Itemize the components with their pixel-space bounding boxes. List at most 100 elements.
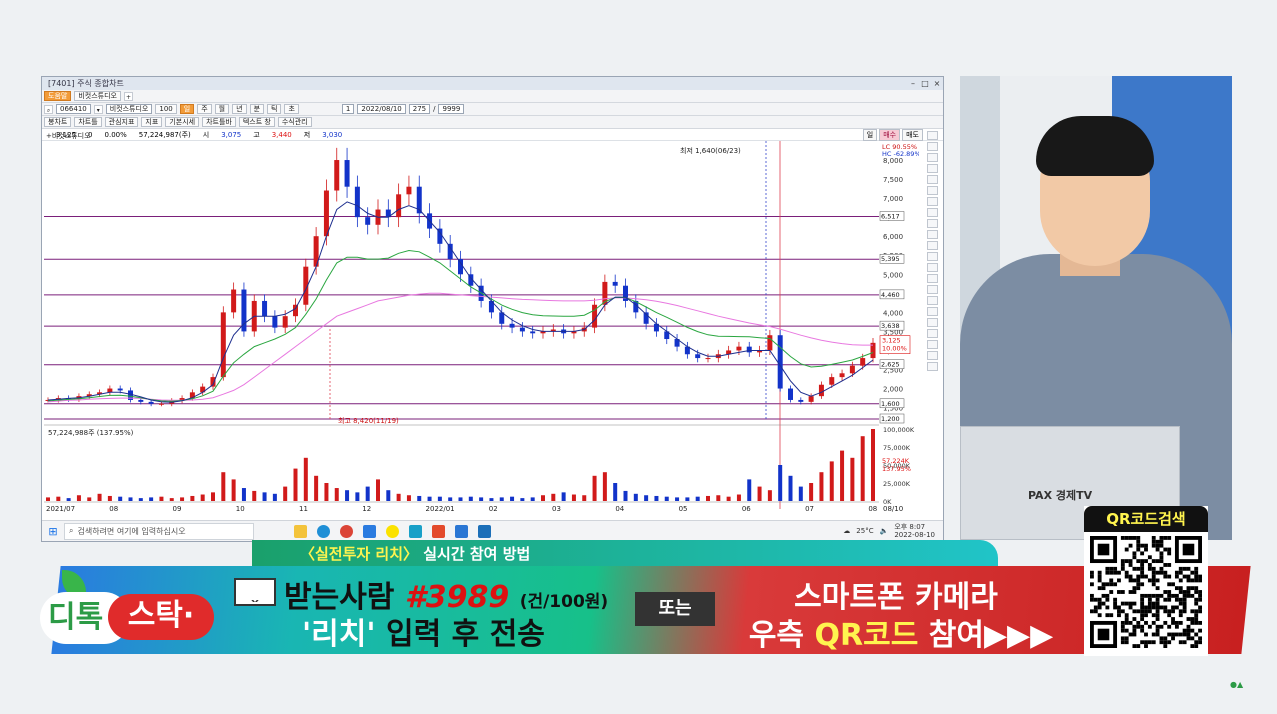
period-week[interactable]: 주 (197, 104, 212, 114)
volume-bar (97, 493, 102, 501)
toolbar-item-5[interactable]: 차트틀바 (202, 117, 236, 127)
code-input[interactable]: 066410 (56, 104, 91, 114)
file-explorer-icon[interactable] (294, 524, 307, 538)
tool-icon-1[interactable] (927, 131, 938, 140)
candle-body (231, 289, 237, 313)
period-day[interactable]: 일 (179, 104, 195, 114)
x-tick-label: 2021/07 (46, 505, 75, 513)
qr-module (1140, 605, 1145, 610)
tool-icon-12[interactable] (927, 252, 938, 261)
name-input[interactable]: 비컷스튜디오 (105, 104, 153, 114)
qr-module (1155, 539, 1160, 544)
kakaotalk-icon[interactable] (386, 524, 399, 538)
help-button[interactable]: 도움말 (44, 91, 72, 101)
search-icon[interactable]: ⌕ (44, 104, 53, 114)
taskbar-search[interactable]: ⌕ 검색하려면 여기에 입력하십시오 (64, 522, 254, 540)
volume-bar (664, 496, 669, 501)
app-icon-3[interactable] (432, 524, 445, 538)
qr-module (1190, 593, 1195, 598)
qr-module (1182, 593, 1187, 598)
period-year[interactable]: 년 (232, 104, 247, 114)
volume-icon[interactable]: 🔈 (880, 527, 889, 535)
trading-app-icon[interactable] (478, 524, 491, 538)
bars-shown[interactable]: 275 (408, 104, 431, 114)
edge-icon[interactable] (317, 524, 330, 538)
tool-icon-3[interactable] (927, 153, 938, 162)
qr-module (1198, 593, 1202, 598)
period-minute[interactable]: 분 (249, 104, 265, 114)
qr-module (1151, 543, 1156, 548)
tool-icon-8[interactable] (927, 208, 938, 217)
volume-bar (716, 495, 721, 501)
tool-icon-5[interactable] (927, 175, 938, 184)
period-second[interactable]: 초 (284, 104, 299, 114)
tool-icon-17[interactable] (927, 307, 938, 316)
period-tick[interactable]: 틱 (267, 104, 282, 114)
qr-module (1174, 620, 1179, 625)
tool-icon-19[interactable] (927, 329, 938, 338)
tool-icon-20[interactable] (927, 340, 938, 349)
tool-icon-4[interactable] (927, 164, 938, 173)
y-tick-label: 7,000 (883, 195, 903, 203)
stock-chart[interactable]: +비컷스튜디오8,0007,5007,0006,5006,0005,5005,0… (44, 129, 919, 518)
candle-body (220, 312, 226, 378)
qr-module (1136, 559, 1141, 564)
tool-icon-16[interactable] (927, 296, 938, 305)
toolbar-item-4[interactable]: 기본시세 (165, 117, 200, 127)
hc-label: HC -62.89% (882, 150, 919, 158)
clock[interactable]: 오후 8:07 2022-08-10 (894, 523, 935, 539)
qr-module (1194, 632, 1199, 637)
tool-icon-10[interactable] (927, 230, 938, 239)
tool-icon-15[interactable] (927, 285, 938, 294)
dropdown-icon[interactable]: ▾ (93, 104, 103, 114)
app-icon-1[interactable] (363, 524, 376, 538)
tool-icon-2[interactable] (927, 142, 938, 151)
windows-start-icon[interactable]: ⊞ (42, 525, 64, 538)
add-tab-icon[interactable]: + (123, 91, 133, 101)
page-number[interactable]: 1 (341, 104, 355, 114)
count-box[interactable]: 100 (155, 104, 177, 114)
tool-icon-11[interactable] (927, 241, 938, 250)
qr-module (1136, 543, 1141, 548)
qr-module (1136, 620, 1141, 625)
qr-module (1140, 570, 1145, 575)
tab-stock[interactable]: 비컷스튜디오 (74, 91, 121, 101)
period-month[interactable]: 월 (214, 104, 230, 114)
tool-icon-7[interactable] (927, 197, 938, 206)
tool-icon-18[interactable] (927, 318, 938, 327)
chrome-icon[interactable] (340, 524, 353, 538)
tool-icon-13[interactable] (927, 263, 938, 272)
qr-module (1132, 617, 1137, 621)
envelope-icon (234, 578, 276, 606)
tool-icon-22[interactable] (927, 362, 938, 371)
tool-icon-9[interactable] (927, 219, 938, 228)
volume-current: 57,224K (882, 457, 910, 465)
maximize-icon[interactable]: □ (919, 77, 931, 90)
toolbar-item-7[interactable]: 수식관리 (277, 117, 312, 127)
toolbar-item-0[interactable]: 봉차트 (44, 117, 72, 127)
app-icon-4[interactable] (455, 524, 468, 538)
qr-module (1124, 636, 1129, 641)
qr-code[interactable] (1090, 536, 1202, 648)
volume-bar (169, 498, 174, 501)
tool-icon-6[interactable] (927, 186, 938, 195)
qr-module (1151, 574, 1156, 579)
tool-icon-14[interactable] (927, 274, 938, 283)
candle-body (612, 281, 618, 286)
app-icon-2[interactable] (409, 524, 422, 538)
qr-module (1151, 566, 1156, 571)
qr-module (1124, 559, 1129, 564)
toolbar-item-1[interactable]: 차트틀 (74, 117, 102, 127)
toolbar-item-6[interactable]: 텍스트 창 (238, 117, 275, 127)
date-input[interactable]: 2022/08/10 (357, 104, 406, 114)
qr-module (1132, 601, 1137, 606)
qr-module (1140, 609, 1145, 614)
close-icon[interactable]: × (931, 77, 943, 90)
minimize-icon[interactable]: – (907, 77, 919, 90)
qr-module (1147, 593, 1152, 598)
toolbar-item-2[interactable]: 관심지표 (104, 117, 139, 127)
bars-total[interactable]: 9999 (438, 104, 465, 114)
toolbar-item-3[interactable]: 지표 (141, 117, 163, 127)
volume-bar (293, 468, 298, 501)
tool-icon-21[interactable] (927, 351, 938, 360)
